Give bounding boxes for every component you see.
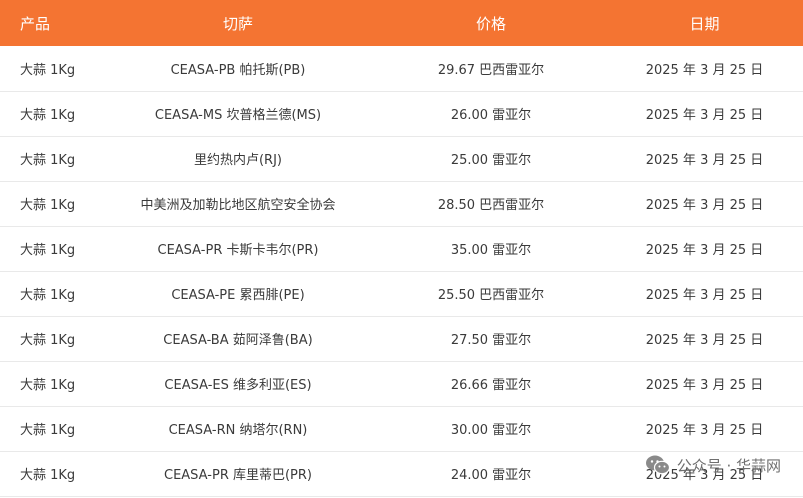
header-ceasa: 切萨 (222, 14, 253, 33)
cell-date: 2025 年 3 月 25 日 (606, 316, 803, 362)
watermark: 公众号 · 华蒜网 (645, 454, 781, 476)
table-header: 产品 切萨 价格 日期 (0, 0, 803, 46)
cell-product: 大蒜 1Kg (0, 451, 100, 497)
table-row: 大蒜 1Kg 中美洲及加勒比地区航空安全协会 28.50 巴西雷亚尔 2025 年 3… (0, 181, 803, 227)
cell-product: 大蒜 1Kg (0, 136, 100, 182)
cell-ceasa: 中美洲及加勒比地区航空安全协会 (100, 181, 376, 227)
cell-price: 29.67 巴西雷亚尔 (376, 46, 606, 92)
header-price: 价格 (475, 14, 506, 33)
cell-date: 2025 年 3 月 25 日 (606, 226, 803, 272)
cell-price: 24.00 雷亚尔 (376, 451, 606, 497)
cell-product: 大蒜 1Kg (0, 271, 100, 317)
wechat-icon (645, 454, 671, 476)
cell-price: 26.00 雷亚尔 (376, 91, 606, 137)
cell-price: 26.66 雷亚尔 (376, 361, 606, 407)
table-row: 大蒜 1Kg CEASA-BA 茹阿泽鲁(BA) 27.50 雷亚尔 2025 年 3… (0, 316, 803, 362)
cell-date: 2025 年 3 月 25 日 (606, 181, 803, 227)
header-row: 产品 切萨 价格 日期 (0, 0, 803, 46)
table-row: 大蒜 1Kg CEASA-MS 坎普格兰德(MS) 26.00 雷亚尔 2025 年 … (0, 91, 803, 137)
cell-price: 25.00 雷亚尔 (376, 136, 606, 182)
cell-product: 大蒜 1Kg (0, 406, 100, 452)
cell-date: 2025 年 3 月 25 日 (606, 406, 803, 452)
table-row: 大蒜 1Kg CEASA-PB 帕托斯(PB) 29.67 巴西雷亚尔 2025 年 … (0, 46, 803, 92)
cell-ceasa: CEASA-PR 卡斯卡韦尔(PR) (100, 226, 376, 272)
watermark-text: 公众号 · 华蒜网 (676, 456, 781, 475)
cell-ceasa: CEASA-ES 维多利亚(ES) (100, 361, 376, 407)
cell-product: 大蒜 1Kg (0, 181, 100, 227)
table-row: 大蒜 1Kg CEASA-ES 维多利亚(ES) 26.66 雷亚尔 2025 年 3… (0, 361, 803, 407)
cell-ceasa: CEASA-RN 纳塔尔(RN) (100, 406, 376, 452)
table-row: 大蒜 1Kg CEASA-PE 累西腓(PE) 25.50 巴西雷亚尔 2025 年 … (0, 271, 803, 317)
cell-price: 28.50 巴西雷亚尔 (376, 181, 606, 227)
table-row: 大蒜 1Kg CEASA-RN 纳塔尔(RN) 30.00 雷亚尔 2025 年 3 … (0, 406, 803, 452)
cell-product: 大蒜 1Kg (0, 91, 100, 137)
cell-ceasa: CEASA-PE 累西腓(PE) (100, 271, 376, 317)
price-table: 产品 切萨 价格 日期 大蒜 1Kg CEASA-PB 帕托斯(PB) 29.67 … (0, 0, 803, 497)
cell-date: 2025 年 3 月 25 日 (606, 136, 803, 182)
cell-price: 27.50 雷亚尔 (376, 316, 606, 362)
cell-product: 大蒜 1Kg (0, 226, 100, 272)
cell-price: 35.00 雷亚尔 (376, 226, 606, 272)
cell-product: 大蒜 1Kg (0, 46, 100, 92)
cell-price: 25.50 巴西雷亚尔 (376, 271, 606, 317)
header-product: 产品 (20, 14, 51, 33)
cell-date: 2025 年 3 月 25 日 (606, 361, 803, 407)
table-body: 大蒜 1Kg CEASA-PB 帕托斯(PB) 29.67 巴西雷亚尔 2025 年 … (0, 46, 803, 497)
cell-ceasa: CEASA-MS 坎普格兰德(MS) (100, 91, 376, 137)
header-date: 日期 (689, 14, 720, 33)
cell-date: 2025 年 3 月 25 日 (606, 46, 803, 92)
cell-ceasa: CEASA-PB 帕托斯(PB) (100, 46, 376, 92)
cell-price: 30.00 雷亚尔 (376, 406, 606, 452)
cell-product: 大蒜 1Kg (0, 361, 100, 407)
cell-date: 2025 年 3 月 25 日 (606, 271, 803, 317)
table-row: 大蒜 1Kg 里约热内卢(RJ) 25.00 雷亚尔 2025 年 3 月 25 日 (0, 136, 803, 182)
cell-date: 2025 年 3 月 25 日 (606, 91, 803, 137)
cell-ceasa: 里约热内卢(RJ) (100, 136, 376, 182)
cell-ceasa: CEASA-PR 库里蒂巴(PR) (100, 451, 376, 497)
cell-product: 大蒜 1Kg (0, 316, 100, 362)
table-row: 大蒜 1Kg CEASA-PR 卡斯卡韦尔(PR) 35.00 雷亚尔 2025 年 … (0, 226, 803, 272)
cell-ceasa: CEASA-BA 茹阿泽鲁(BA) (100, 316, 376, 362)
